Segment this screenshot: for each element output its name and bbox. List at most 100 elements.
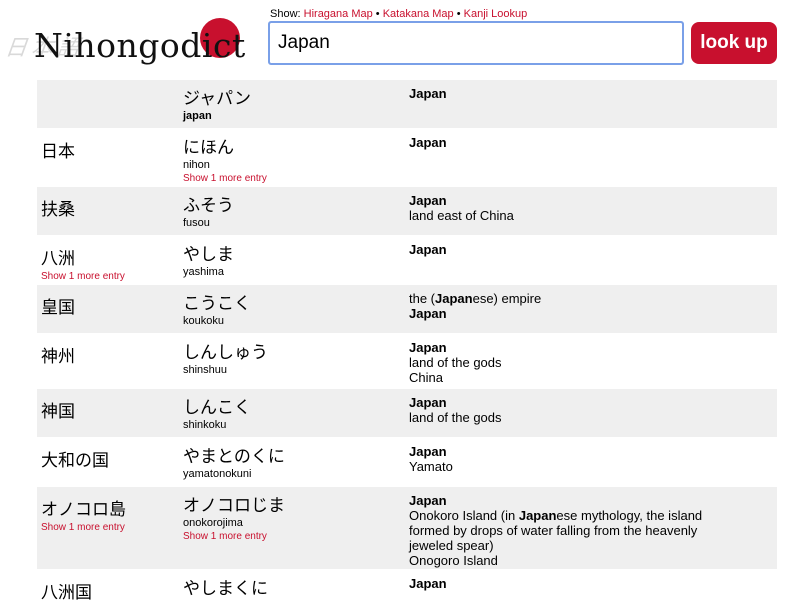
kanji-cell: 神州	[41, 346, 181, 368]
query-highlight: Japan	[435, 291, 473, 306]
query-highlight: Japan	[518, 508, 557, 523]
romaji-text: koukoku	[183, 315, 224, 327]
show-more-entry-link[interactable]: Show 1 more entry	[41, 270, 181, 284]
definition-line: Onokoro Island (in Japanese mythology, t…	[409, 508, 703, 553]
kanji-cell: 八洲 Show 1 more entry	[41, 248, 181, 284]
definition-cell: Japan	[409, 86, 719, 101]
definition-line: Japan	[409, 306, 447, 321]
definition-line: land of the gods	[409, 410, 502, 425]
definition-line: Yamato	[409, 459, 453, 474]
romaji-text: onokorojima	[183, 517, 243, 529]
show-label: Show:	[270, 8, 301, 20]
definition-line: land east of China	[409, 208, 514, 223]
kanji-text: 神国	[41, 402, 75, 422]
kanji-cell: 皇国	[41, 297, 181, 319]
kanji-lookup-link[interactable]: Kanji Lookup	[464, 8, 528, 20]
link-separator: •	[456, 8, 461, 20]
katakana-map-link[interactable]: Katakana Map	[383, 8, 454, 20]
kanji-cell: 八洲国	[41, 582, 181, 604]
kana-cell: にほん nihon Show 1 more entry	[183, 137, 405, 186]
definition-cell: Japan	[409, 135, 719, 150]
definition-cell: Japan land of the gods	[409, 395, 719, 425]
definition-line: Japan	[409, 444, 447, 459]
definition-line: the (Japanese) empire	[409, 291, 542, 306]
definition-cell: Japan	[409, 242, 719, 257]
definition-line: Japan	[409, 193, 447, 208]
kanji-text: 日本	[41, 142, 75, 162]
kanji-cell: 扶桑	[41, 199, 181, 221]
site-logo[interactable]: 日本語 Nihongodict	[3, 14, 268, 76]
romaji-text: nihon	[183, 159, 210, 171]
definition-line: China	[409, 370, 443, 385]
romaji-text: japan	[183, 110, 212, 122]
show-more-entry-link[interactable]: Show 1 more entry	[183, 172, 405, 186]
definition-line: Japan	[409, 493, 447, 508]
kana-cell: やしまくに	[183, 578, 405, 600]
definition-line: Japan	[409, 340, 447, 355]
kanji-cell: オノコロ島 Show 1 more entry	[41, 499, 181, 535]
result-row: 皇国 こうこく koukoku the (Japanese) empire Japan	[37, 285, 777, 334]
kana-cell: やまとのくに yamatonokuni	[183, 446, 405, 481]
result-row: 神国 しんこく shinkoku Japan land of the gods	[37, 389, 777, 438]
search-input[interactable]	[268, 21, 684, 65]
definition-cell: Japan Onokoro Island (in Japanese mytholo…	[409, 493, 719, 568]
kanji-cell: 神国	[41, 401, 181, 423]
logo-text: Nihongodict	[34, 26, 246, 65]
results-table: ジャパン japan Japan 日本 にほん nihon Show 1 more entr…	[37, 80, 777, 610]
kanji-cell: 大和の国	[41, 450, 181, 472]
kana-cell: ジャパン japan	[183, 88, 405, 123]
result-row: オノコロ島 Show 1 more entry オノコロじま onokorojima S…	[37, 487, 777, 570]
definition-cell: Japan	[409, 576, 719, 591]
result-row: ジャパン japan Japan	[37, 80, 777, 129]
result-row: 神州 しんしゅう shinshuu Japan land of the gods Chin…	[37, 334, 777, 389]
kanji-text: 神州	[41, 347, 75, 367]
kana-text: にほん	[183, 138, 234, 158]
definition-line: Japan	[409, 86, 447, 101]
kana-text: やしまくに	[183, 579, 268, 599]
definition-cell: Japan land of the gods China	[409, 340, 719, 385]
kana-text: しんこく	[183, 398, 251, 418]
look-up-button[interactable]: look up	[691, 22, 777, 64]
result-row: 八洲国 やしまくに Japan	[37, 570, 777, 610]
kana-cell: ふそう fusou	[183, 195, 405, 230]
kana-text: ふそう	[183, 196, 234, 216]
kana-text: しんしゅう	[183, 343, 268, 363]
kana-text: ジャパン	[183, 89, 251, 109]
kana-cell: しんこく shinkoku	[183, 397, 405, 432]
kanji-text: 八洲	[41, 249, 75, 269]
definition-cell: Japan land east of China	[409, 193, 719, 223]
romaji-text: fusou	[183, 217, 210, 229]
definition-line: Japan	[409, 135, 447, 150]
result-row: 日本 にほん nihon Show 1 more entry Japan	[37, 129, 777, 187]
show-links: Show: Hiragana Map • Katakana Map • Kanj…	[270, 8, 527, 20]
definition-line: Japan	[409, 395, 447, 410]
kana-text: こうこく	[183, 294, 251, 314]
kana-cell: こうこく koukoku	[183, 293, 405, 328]
definition-line: Onogoro Island	[409, 553, 498, 568]
definition-line: Japan	[409, 576, 447, 591]
show-more-entry-link[interactable]: Show 1 more entry	[183, 530, 405, 544]
kana-text: やまとのくに	[183, 447, 285, 467]
definition-cell: the (Japanese) empire Japan	[409, 291, 719, 321]
result-row: 八洲 Show 1 more entry やしま yashima Japan	[37, 236, 777, 285]
link-separator: •	[375, 8, 380, 20]
definition-line: Japan	[409, 242, 447, 257]
kanji-text: オノコロ島	[41, 500, 126, 520]
kanji-text: 扶桑	[41, 200, 75, 220]
kanji-text: 八洲国	[41, 583, 92, 603]
romaji-text: yashima	[183, 266, 224, 278]
kana-cell: しんしゅう shinshuu	[183, 342, 405, 377]
kanji-text: 皇国	[41, 298, 75, 318]
hiragana-map-link[interactable]: Hiragana Map	[304, 8, 373, 20]
show-more-entry-link[interactable]: Show 1 more entry	[41, 521, 181, 535]
romaji-text: yamatonokuni	[183, 468, 252, 480]
definition-line: land of the gods	[409, 355, 502, 370]
kana-text: オノコロじま	[183, 496, 285, 516]
romaji-text: shinshuu	[183, 364, 228, 376]
result-row: 扶桑 ふそう fusou Japan land east of China	[37, 187, 777, 236]
header: 日本語 Nihongodict Show: Hiragana Map • Kat…	[0, 0, 800, 80]
romaji-text: shinkoku	[183, 419, 227, 431]
definition-cell: Japan Yamato	[409, 444, 719, 474]
kanji-text: 大和の国	[41, 451, 109, 471]
result-row: 大和の国 やまとのくに yamatonokuni Japan Yamato	[37, 438, 777, 487]
